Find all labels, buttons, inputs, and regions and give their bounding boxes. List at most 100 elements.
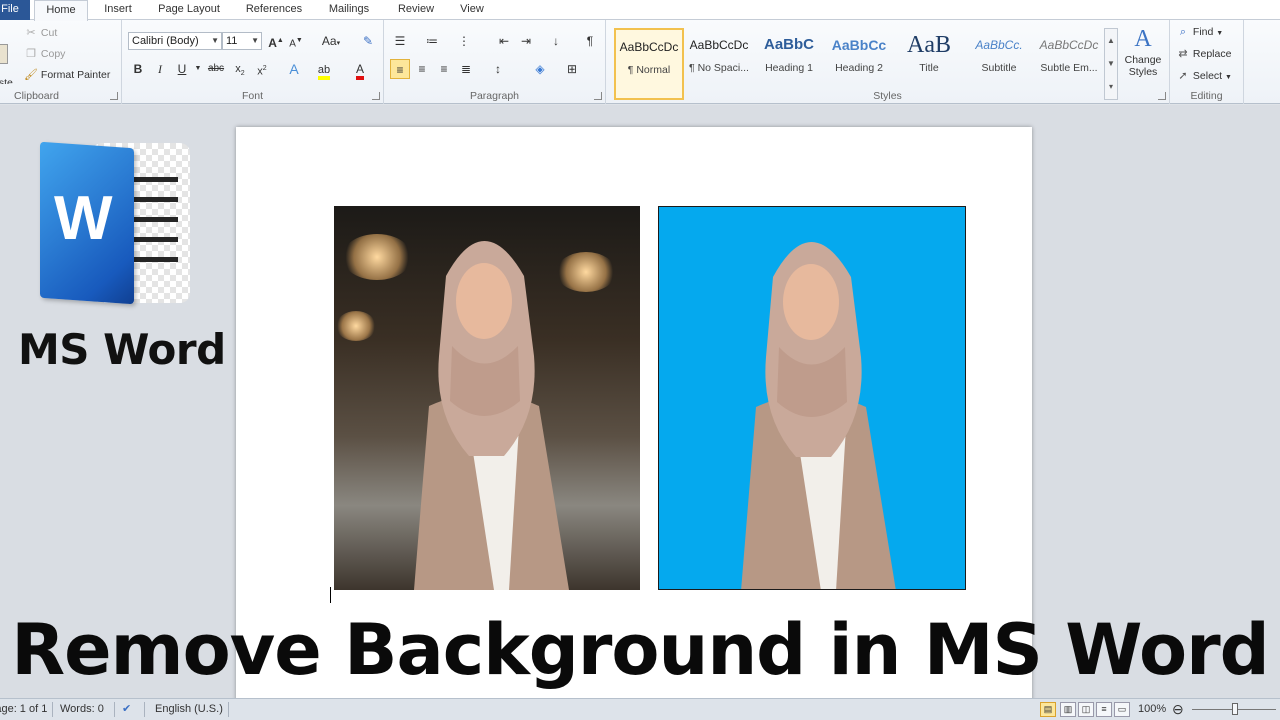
sort-icon[interactable]: ↓: [546, 31, 566, 51]
align-center-icon[interactable]: ≡: [412, 59, 432, 79]
font-name-value: Calibri (Body): [132, 35, 199, 47]
bold-icon[interactable]: B: [128, 59, 148, 79]
justify-icon[interactable]: ≣: [456, 59, 476, 79]
tab-view[interactable]: View: [450, 0, 494, 20]
multilevel-list-icon[interactable]: ⋮: [454, 31, 474, 51]
tab-page-layout[interactable]: Page Layout: [150, 0, 228, 20]
font-size-dropdown[interactable]: 11 ▼: [222, 32, 262, 50]
background-removed-photo[interactable]: [658, 206, 966, 590]
font-launcher-icon[interactable]: [372, 92, 380, 100]
replace-button[interactable]: ⇄ Replace: [1176, 47, 1231, 61]
style-name: ¶ No Spaci...: [689, 62, 749, 74]
align-right-icon[interactable]: ≡: [434, 59, 454, 79]
language-indicator[interactable]: English (U.S.): [155, 699, 223, 720]
styles-group-label: Styles: [873, 90, 902, 102]
chevron-down-icon: ▼: [251, 36, 259, 45]
chevron-down-icon: ▼: [211, 36, 219, 45]
editing-group: ⌕ Find ▼ ⇄ Replace ➚ Select ▼ Editing: [1170, 20, 1244, 104]
bullets-icon[interactable]: ☰: [390, 31, 410, 51]
replace-icon: ⇄: [1178, 48, 1188, 60]
cut-label: Cut: [40, 27, 58, 39]
line-spacing-icon[interactable]: ↕: [488, 59, 508, 79]
style-sample: AaB: [907, 32, 951, 58]
paragraph-launcher-icon[interactable]: [594, 92, 602, 100]
page-count[interactable]: Page: 1 of 1: [0, 699, 47, 720]
clear-formatting-icon[interactable]: ✎: [358, 31, 378, 51]
change-styles-button[interactable]: A Change Styles: [1120, 24, 1166, 78]
chevron-down-icon: ▼: [1225, 74, 1232, 81]
status-separator: [144, 702, 145, 717]
paste-button[interactable]: Paste: [0, 42, 16, 84]
superscript-icon[interactable]: x2: [252, 59, 272, 79]
text-effects-icon[interactable]: A: [284, 59, 304, 79]
grow-font-icon[interactable]: A▲: [266, 31, 286, 51]
increase-indent-icon[interactable]: ⇥: [516, 31, 536, 51]
change-case-icon[interactable]: Aa▾: [318, 31, 344, 51]
clipboard-group: Paste ✂ Cut ❐ Copy 🖌 Format Painter Clip…: [0, 20, 122, 104]
font-color-icon[interactable]: A: [350, 59, 370, 80]
draft-icon[interactable]: ▭: [1114, 702, 1130, 717]
chevron-down-icon[interactable]: ▼: [188, 59, 208, 79]
align-left-icon[interactable]: ≡: [390, 59, 410, 79]
style-sample: AaBbC: [763, 36, 814, 53]
styles-group: AaBbCcDc ¶ Normal AaBbCcDc ¶ No Spaci...…: [606, 20, 1170, 104]
tab-review[interactable]: Review: [390, 0, 442, 20]
zoom-slider-thumb[interactable]: [1232, 703, 1238, 715]
change-styles-icon: A: [1134, 26, 1152, 52]
binoculars-icon: ⌕: [1179, 26, 1187, 38]
tab-home[interactable]: Home: [34, 0, 88, 21]
select-button[interactable]: ➚ Select ▼: [1176, 69, 1232, 85]
status-separator: [52, 702, 53, 717]
style-name: Subtle Em...: [1040, 62, 1098, 74]
cut-button[interactable]: ✂ Cut: [24, 26, 57, 40]
pilcrow-icon[interactable]: ¶: [580, 31, 600, 51]
editing-group-label: Editing: [1190, 90, 1223, 102]
borders-icon[interactable]: ⊞: [562, 59, 582, 79]
ribbon-tab-bar: File Home Insert Page Layout References …: [0, 0, 1280, 21]
strikethrough-icon[interactable]: abc: [206, 59, 226, 79]
style-name: Heading 2: [835, 62, 883, 74]
format-painter-button[interactable]: 🖌 Format Painter: [24, 68, 110, 82]
font-size-value: 11: [226, 35, 238, 47]
font-name-dropdown[interactable]: Calibri (Body) ▼: [128, 32, 222, 50]
italic-icon[interactable]: I: [150, 59, 170, 79]
person-figure: [414, 241, 569, 590]
shrink-font-icon[interactable]: A▼: [286, 31, 306, 51]
word-logo-icon: W: [40, 141, 190, 305]
decrease-indent-icon[interactable]: ⇤: [494, 31, 514, 51]
tab-references[interactable]: References: [238, 0, 310, 20]
font-group: Calibri (Body) ▼ 11 ▼ A▲ A▼ Aa▾ ✎ B I U …: [122, 20, 384, 104]
logo-title: MS Word: [18, 325, 226, 374]
tab-file[interactable]: File: [0, 0, 30, 20]
web-layout-icon[interactable]: ◫: [1078, 702, 1094, 717]
status-separator: [114, 702, 115, 717]
subscript-icon[interactable]: x2: [230, 59, 250, 79]
shading-icon[interactable]: ◈: [530, 59, 550, 79]
paste-label: Paste: [0, 77, 13, 84]
ribbon: Paste ✂ Cut ❐ Copy 🖌 Format Painter Clip…: [0, 20, 1280, 104]
copy-button[interactable]: ❐ Copy: [24, 47, 65, 61]
clipboard-launcher-icon[interactable]: [110, 92, 118, 100]
zoom-out-icon[interactable]: ⊖: [1172, 699, 1184, 720]
proofing-icon[interactable]: ✔: [122, 699, 131, 720]
copy-label: Copy: [40, 48, 66, 60]
word-count[interactable]: Words: 0: [60, 699, 104, 720]
numbering-icon[interactable]: ≔: [422, 31, 442, 51]
tab-mailings[interactable]: Mailings: [320, 0, 378, 20]
select-label: Select: [1192, 70, 1223, 82]
style-sample: AaBbCc.: [975, 38, 1023, 52]
find-label: Find: [1192, 26, 1214, 38]
full-screen-reading-icon[interactable]: ▥: [1060, 702, 1076, 717]
outline-icon[interactable]: ≡: [1096, 702, 1112, 717]
styles-launcher-icon[interactable]: [1158, 92, 1166, 100]
style-name: Heading 1: [765, 62, 813, 74]
highlight-icon[interactable]: ab: [314, 59, 334, 80]
tab-insert[interactable]: Insert: [96, 0, 140, 20]
find-button[interactable]: ⌕ Find ▼: [1176, 25, 1223, 41]
style-name: Title: [919, 62, 939, 74]
print-layout-icon[interactable]: ▤: [1040, 702, 1056, 717]
original-photo[interactable]: [334, 206, 640, 590]
paragraph-group: ☰ ≔ ⋮ ⇤ ⇥ ↓ ¶ ≡ ≡ ≡ ≣ ↕ ◈ ⊞ Paragraph: [384, 20, 606, 104]
status-bar: Page: 1 of 1 Words: 0 ✔ English (U.S.) ▤…: [0, 698, 1280, 720]
zoom-level[interactable]: 100%: [1138, 699, 1166, 720]
